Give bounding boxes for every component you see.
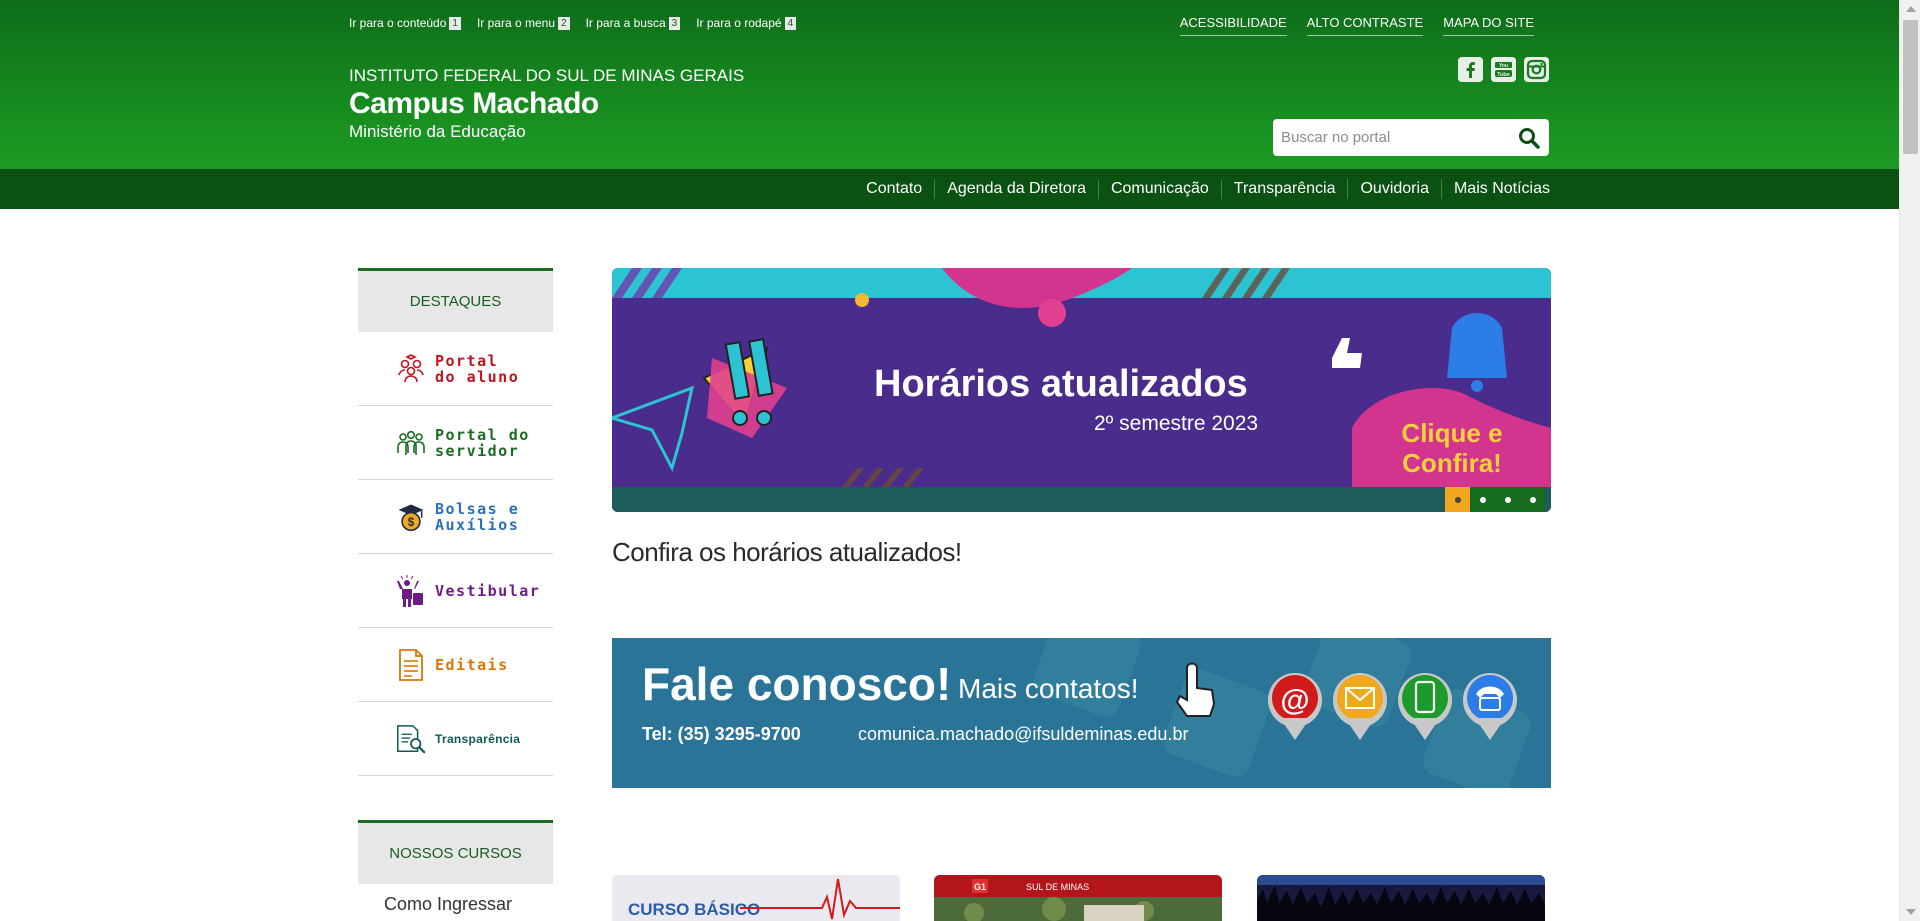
contact-banner[interactable]: Fale conosco! Mais contatos! Tel: (35) 3…	[612, 638, 1551, 788]
svg-text:Tube: Tube	[1497, 72, 1510, 78]
search-button[interactable]	[1509, 119, 1549, 156]
carousel-slide-image: Horários atualizados 2º semestre 2023 Cl…	[612, 268, 1551, 512]
contact-more: Mais contatos!	[958, 673, 1139, 704]
sidebar-item-vestibular[interactable]: Vestibular	[358, 554, 553, 628]
sidebar-item-transparencia[interactable]: Transparência	[358, 702, 553, 776]
slide-cta-line1: Clique e	[1401, 418, 1502, 448]
accessibility-links: ACESSIBILIDADE ALTO CONTRASTE MAPA DO SI…	[1179, 15, 1534, 36]
nav-comunicacao[interactable]: Comunicação	[1097, 179, 1221, 199]
sidebar-item-label: Portal	[435, 351, 499, 370]
main-nav: Contato Agenda da Diretora Comunicação T…	[0, 169, 1899, 209]
news-card-3[interactable]	[1257, 875, 1545, 921]
news-headline[interactable]: Confira os horários atualizados!	[612, 537, 962, 568]
carousel-pagination	[1445, 487, 1545, 512]
nav-mais-noticias[interactable]: Mais Notícias	[1440, 179, 1550, 199]
skip-to-menu-link[interactable]: Ir para o menu 2	[477, 16, 570, 30]
sitemap-link[interactable]: MAPA DO SITE	[1443, 15, 1534, 36]
sidebar: DESTAQUES Portal do aluno Portal do serv…	[358, 268, 553, 915]
sidebar-item-portal-servidor[interactable]: Portal do servidor	[358, 406, 553, 480]
sidebar-item-label: servidor	[435, 441, 520, 460]
slide-title: Horários atualizados	[874, 363, 1248, 405]
search-box	[1273, 119, 1549, 156]
carousel-dot-4[interactable]	[1520, 487, 1545, 512]
skip-to-content-link[interactable]: Ir para o conteúdo 1	[349, 16, 461, 30]
search-input[interactable]	[1273, 119, 1509, 156]
ministry-name: Ministério da Educação	[349, 122, 526, 141]
site-brand[interactable]: INSTITUTO FEDERAL DO SUL DE MINAS GERAIS…	[349, 66, 744, 142]
campus-name: Campus Machado	[349, 87, 599, 120]
sidebar-item-editais[interactable]: Editais	[358, 628, 553, 702]
high-contrast-link[interactable]: ALTO CONTRASTE	[1306, 15, 1424, 36]
news-card-2[interactable]: G1 SUL DE MINAS	[934, 875, 1222, 921]
carousel-dot-3[interactable]	[1495, 487, 1520, 512]
institution-name: INSTITUTO FEDERAL DO SUL DE MINAS GERAIS	[349, 66, 745, 85]
news-carousel[interactable]: Horários atualizados 2º semestre 2023 Cl…	[612, 268, 1551, 512]
slide-cta-line2: Confira!	[1402, 448, 1502, 478]
sidebar-item-label: Editais	[435, 655, 509, 674]
sidebar-item-bolsas-auxilios[interactable]: $ Bolsas e Auxílios	[358, 480, 553, 554]
nav-transparencia[interactable]: Transparência	[1220, 179, 1348, 199]
facebook-icon[interactable]	[1458, 57, 1483, 82]
scrollbar-thumb[interactable]	[1903, 20, 1918, 154]
page-scrollbar[interactable]	[1899, 0, 1920, 921]
news-card-1[interactable]: CURSO BÁSICO	[612, 875, 900, 921]
sidebar-item-label: Vestibular	[435, 581, 541, 600]
card-label: SUL DE MINAS	[1026, 882, 1089, 892]
carousel-dot-2[interactable]	[1470, 487, 1495, 512]
sidebar-item-portal-aluno[interactable]: Portal do aluno	[358, 332, 553, 406]
nav-ouvidoria[interactable]: Ouvidoria	[1347, 179, 1440, 199]
skip-to-search-link[interactable]: Ir para a busca 3	[586, 16, 681, 30]
sidebar-item-label: Bolsas e	[435, 499, 520, 518]
sidebar-item-label: Auxílios	[435, 515, 520, 534]
slide-subtitle: 2º semestre 2023	[1094, 412, 1258, 435]
card-label: CURSO BÁSICO	[628, 900, 760, 919]
scrollbar-up-arrow[interactable]	[1906, 6, 1916, 12]
carousel-dot-1[interactable]	[1445, 487, 1470, 512]
card-badge: G1	[974, 882, 986, 892]
skip-to-footer-link[interactable]: Ir para o rodapé 4	[696, 16, 797, 30]
accessibility-link[interactable]: ACESSIBILIDADE	[1179, 15, 1287, 36]
svg-text:You: You	[1499, 63, 1508, 69]
document-search-icon	[395, 723, 427, 755]
contact-phone: Tel: (35) 3295-9700	[642, 724, 801, 744]
sidebar-item-label: Transparência	[435, 731, 521, 746]
sidebar-item-como-ingressar[interactable]: Como Ingressar	[358, 884, 553, 915]
instagram-icon[interactable]	[1524, 57, 1549, 82]
svg-text:$: $	[408, 516, 415, 528]
youtube-icon[interactable]: Tube You	[1491, 57, 1516, 82]
contact-email: comunica.machado@ifsuldeminas.edu.br	[858, 724, 1188, 744]
students-icon	[395, 353, 427, 385]
skip-links: Ir para o conteúdo 1 Ir para o menu 2 Ir p…	[349, 16, 797, 30]
social-links: Tube You	[1458, 57, 1549, 82]
svg-text:@: @	[1280, 684, 1309, 717]
contact-title: Fale conosco!	[642, 658, 951, 710]
highlights-heading: DESTAQUES	[358, 268, 553, 332]
staff-icon	[395, 427, 427, 459]
courses-heading: NOSSOS CURSOS	[358, 820, 553, 884]
sidebar-item-label: Portal do	[435, 425, 530, 444]
nav-agenda-diretora[interactable]: Agenda da Diretora	[934, 179, 1098, 199]
sidebar-item-label: do aluno	[435, 367, 520, 386]
news-cards: CURSO BÁSICO G1 SUL DE MINAS	[612, 875, 1551, 921]
scrollbar-down-arrow[interactable]	[1906, 909, 1916, 915]
scholarship-icon: $	[395, 501, 427, 533]
search-icon	[1519, 127, 1540, 149]
site-header: Ir para o conteúdo 1 Ir para o menu 2 Ir p…	[0, 0, 1899, 169]
nav-contato[interactable]: Contato	[854, 179, 934, 199]
contact-banner-image: Fale conosco! Mais contatos! Tel: (35) 3…	[612, 638, 1551, 788]
celebration-icon	[395, 574, 427, 607]
document-icon	[395, 648, 427, 681]
